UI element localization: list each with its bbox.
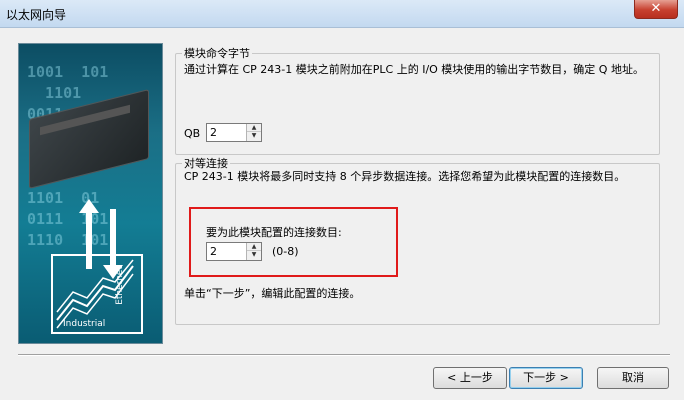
qb-down-arrow-icon[interactable]: ▼ (247, 132, 261, 140)
cancel-button[interactable]: 取消 (597, 367, 669, 389)
connections-spinner[interactable]: 2 ▲ ▼ (206, 242, 262, 261)
wizard-body: 1001 101 1101 0011 1101 01 0111 101 1110… (0, 28, 684, 400)
connections-value[interactable]: 2 (210, 245, 217, 258)
next-button[interactable]: 下一步 > (509, 367, 583, 389)
button-separator (18, 354, 670, 356)
window-title: 以太网向导 (6, 8, 67, 22)
back-button[interactable]: < 上一步 (433, 367, 507, 389)
next-hint: 单击“下一步”，编辑此配置的连接。 (184, 287, 361, 300)
module-command-legend: 模块命令字节 (184, 47, 250, 60)
side-illustration: 1001 101 1101 0011 1101 01 0111 101 1110… (18, 43, 163, 344)
qb-label: QB (184, 127, 201, 140)
title-bar: 以太网向导 ✕ (0, 0, 684, 28)
module-command-description: 通过计算在 CP 243-1 模块之前附加在PLC 上的 I/O 模块使用的输出… (184, 63, 644, 76)
ethernet-label: Ethernet (115, 266, 125, 305)
industrial-label: Industrial (63, 319, 106, 329)
connections-label: 要为此模块配置的连接数目: (206, 226, 342, 239)
peer-connection-description: CP 243-1 模块将最多同时支持 8 个异步数据连接。选择您希望为此模块配置… (184, 170, 626, 183)
qb-up-arrow-icon[interactable]: ▲ (247, 124, 261, 132)
qb-spinner[interactable]: 2 ▲ ▼ (206, 123, 262, 142)
qb-value[interactable]: 2 (210, 126, 217, 139)
peer-connection-legend: 对等连接 (184, 157, 228, 170)
close-button[interactable]: ✕ (634, 0, 678, 19)
connections-up-arrow-icon[interactable]: ▲ (247, 243, 261, 251)
connections-down-arrow-icon[interactable]: ▼ (247, 251, 261, 259)
range-hint: (0-8) (272, 245, 299, 258)
